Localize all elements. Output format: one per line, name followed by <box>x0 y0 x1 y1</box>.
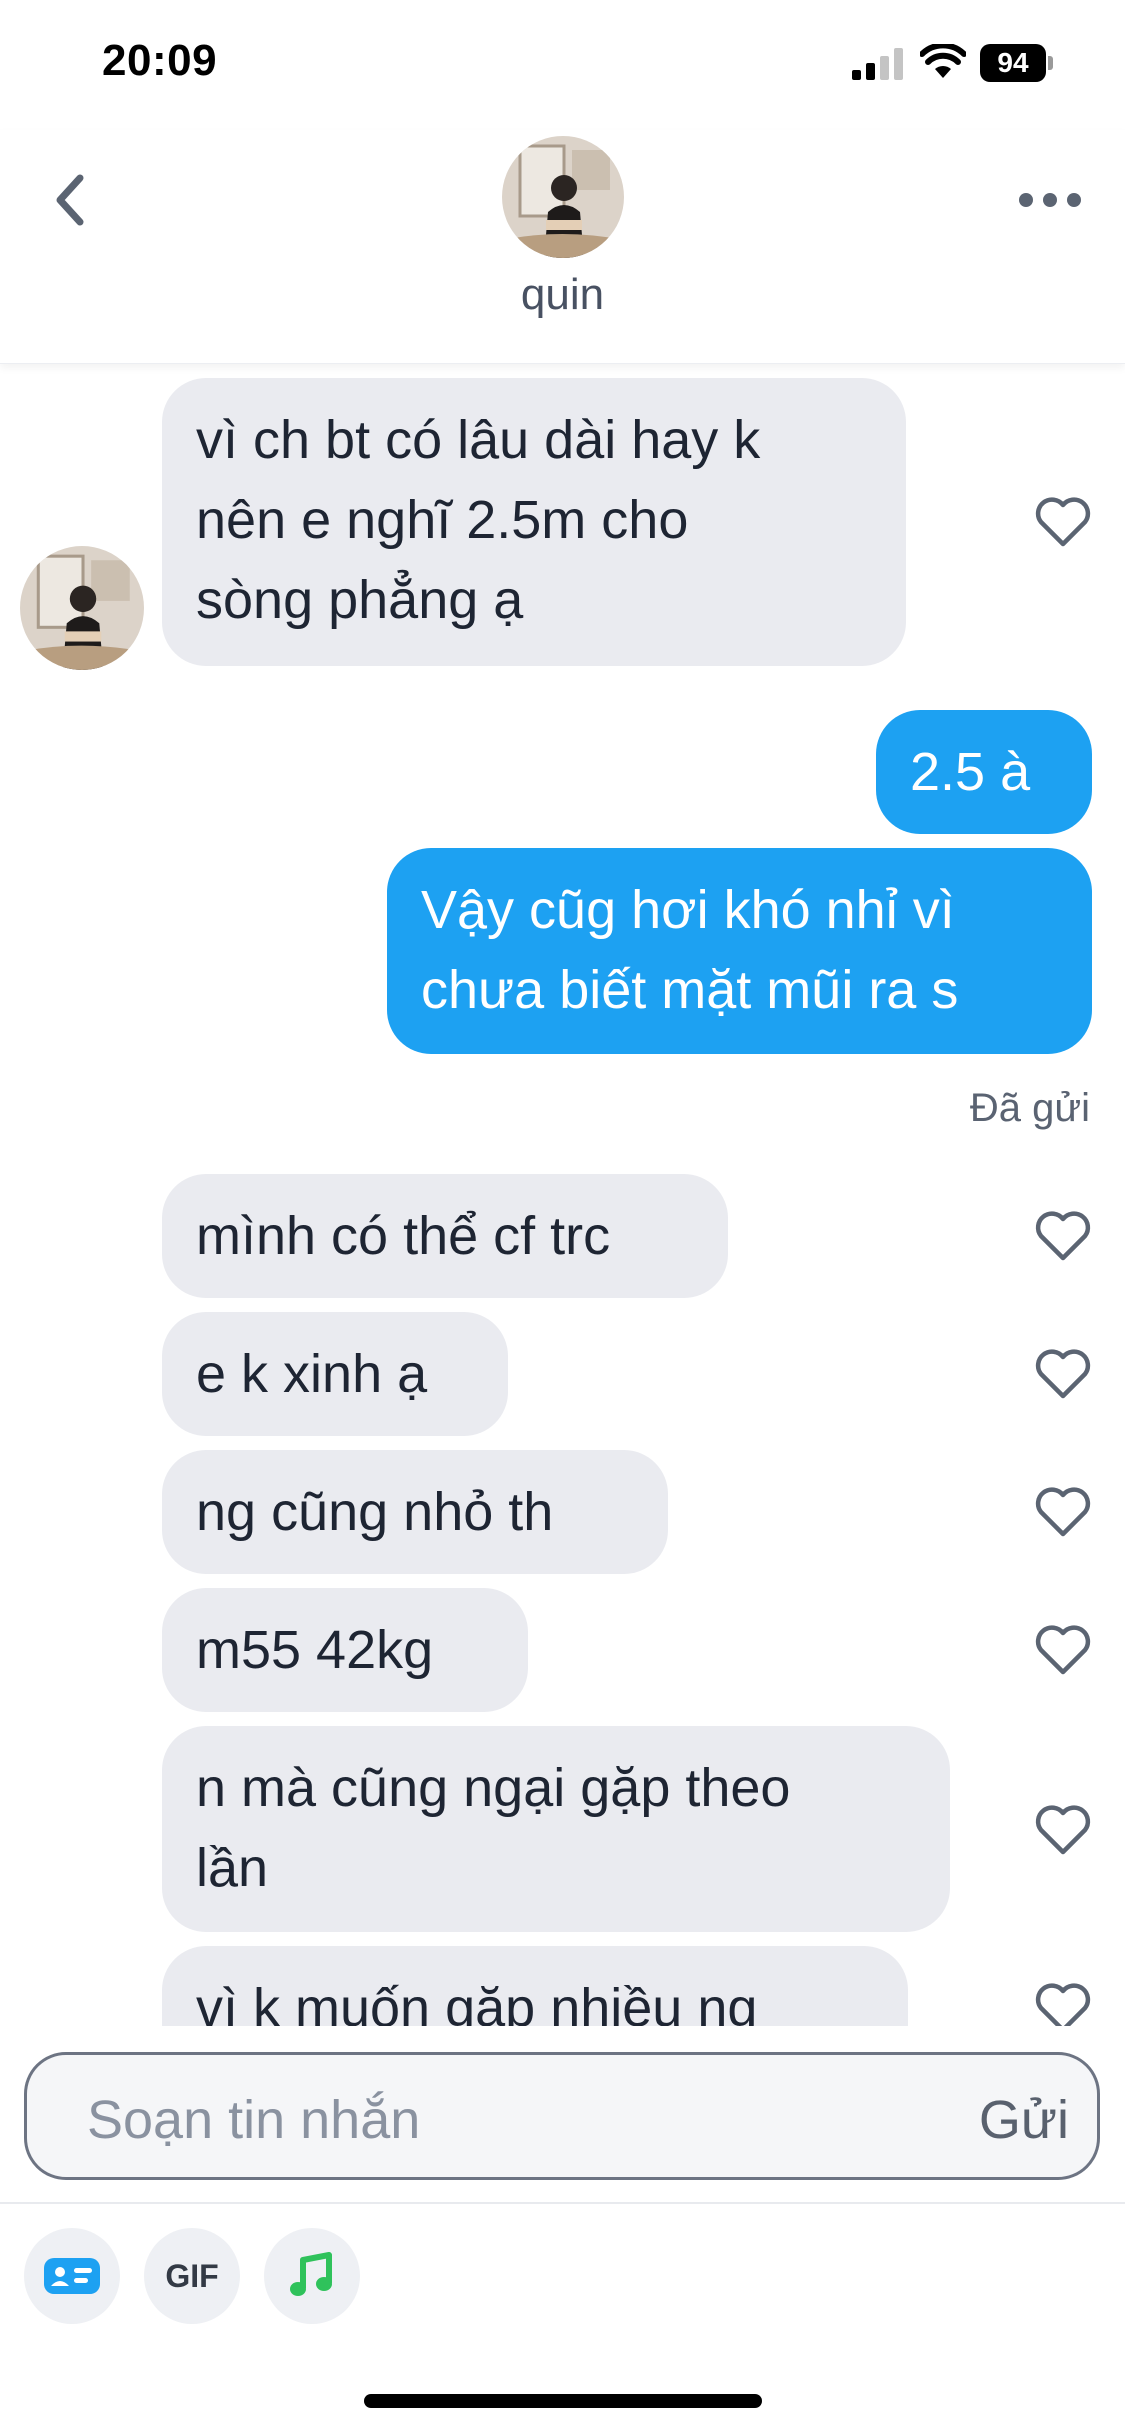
sent-status: Đã gửi <box>969 1086 1090 1130</box>
like-heart-icon[interactable] <box>1034 1486 1092 1538</box>
message-outgoing[interactable]: Vậy cũg hơi khó nhỉ vì chưa biết mặt mũi… <box>387 848 1092 1054</box>
message-incoming[interactable]: vì k muốn gặp nhiều ng <box>162 1946 908 2026</box>
message-incoming[interactable]: m55 42kg <box>162 1588 528 1712</box>
card-button[interactable] <box>24 2228 120 2324</box>
message-incoming[interactable]: e k xinh ạ <box>162 1312 508 1436</box>
like-heart-icon[interactable] <box>1034 496 1092 548</box>
message-line: lần <box>196 1838 269 1898</box>
message-outgoing[interactable]: 2.5 à <box>876 710 1092 834</box>
message-line: sòng phẳng ạ <box>196 570 524 630</box>
battery-level: 94 <box>980 44 1046 82</box>
message-input-placeholder: Soạn tin nhắn <box>87 2090 421 2150</box>
message-input[interactable]: Soạn tin nhắn Gửi <box>24 2052 1100 2180</box>
more-options-icon[interactable] <box>1010 170 1090 230</box>
home-indicator <box>364 2394 762 2408</box>
message-list[interactable]: vì ch bt có lâu dài hay k nên e nghĩ 2.5… <box>0 364 1125 2026</box>
message-line: ng cũng nhỏ th <box>196 1482 554 1542</box>
like-heart-icon[interactable] <box>1034 1804 1092 1856</box>
like-heart-icon[interactable] <box>1034 1982 1092 2026</box>
contact-card-icon <box>44 2258 100 2294</box>
cellular-signal-icon <box>852 48 903 80</box>
avatar-photo <box>20 546 144 670</box>
message-incoming[interactable]: mình có thể cf trc <box>162 1174 728 1298</box>
message-line: vì ch bt có lâu dài hay k <box>196 410 761 470</box>
message-line: m55 42kg <box>196 1620 434 1680</box>
send-button[interactable]: Gửi <box>979 2089 1069 2151</box>
gif-label: GIF <box>165 2257 219 2294</box>
gif-button[interactable]: GIF <box>144 2228 240 2324</box>
message-line: chưa biết mặt mũi ra s <box>421 960 959 1020</box>
sender-avatar[interactable] <box>20 546 144 670</box>
message-incoming[interactable]: n mà cũng ngại gặp theo lần <box>162 1726 950 1932</box>
wifi-icon <box>920 44 966 78</box>
chat-header: quin <box>0 130 1125 364</box>
back-chevron-icon[interactable] <box>42 160 106 240</box>
status-time: 20:09 <box>102 36 218 85</box>
message-line: e k xinh ạ <box>196 1344 428 1404</box>
message-line: 2.5 à <box>910 742 1031 802</box>
like-heart-icon[interactable] <box>1034 1210 1092 1262</box>
contact-avatar[interactable] <box>502 136 624 258</box>
music-note-icon <box>290 2252 332 2296</box>
divider <box>0 2202 1125 2204</box>
composer: Soạn tin nhắn Gửi GIF <box>0 2026 1125 2436</box>
like-heart-icon[interactable] <box>1034 1624 1092 1676</box>
message-line: n mà cũng ngại gặp theo <box>196 1758 791 1818</box>
avatar-photo <box>502 136 624 258</box>
message-line: Vậy cũg hơi khó nhỉ vì <box>421 880 955 940</box>
battery-icon: 94 <box>980 44 1054 82</box>
contact-name: quin <box>520 270 605 319</box>
status-bar: 20:09 94 <box>0 0 1125 130</box>
message-incoming[interactable]: ng cũng nhỏ th <box>162 1450 668 1574</box>
message-incoming[interactable]: vì ch bt có lâu dài hay k nên e nghĩ 2.5… <box>162 378 906 666</box>
music-button[interactable] <box>264 2228 360 2324</box>
message-line: vì k muốn gặp nhiều ng <box>196 1978 758 2026</box>
like-heart-icon[interactable] <box>1034 1348 1092 1400</box>
message-line: mình có thể cf trc <box>196 1206 611 1266</box>
message-line: nên e nghĩ 2.5m cho <box>196 490 689 550</box>
